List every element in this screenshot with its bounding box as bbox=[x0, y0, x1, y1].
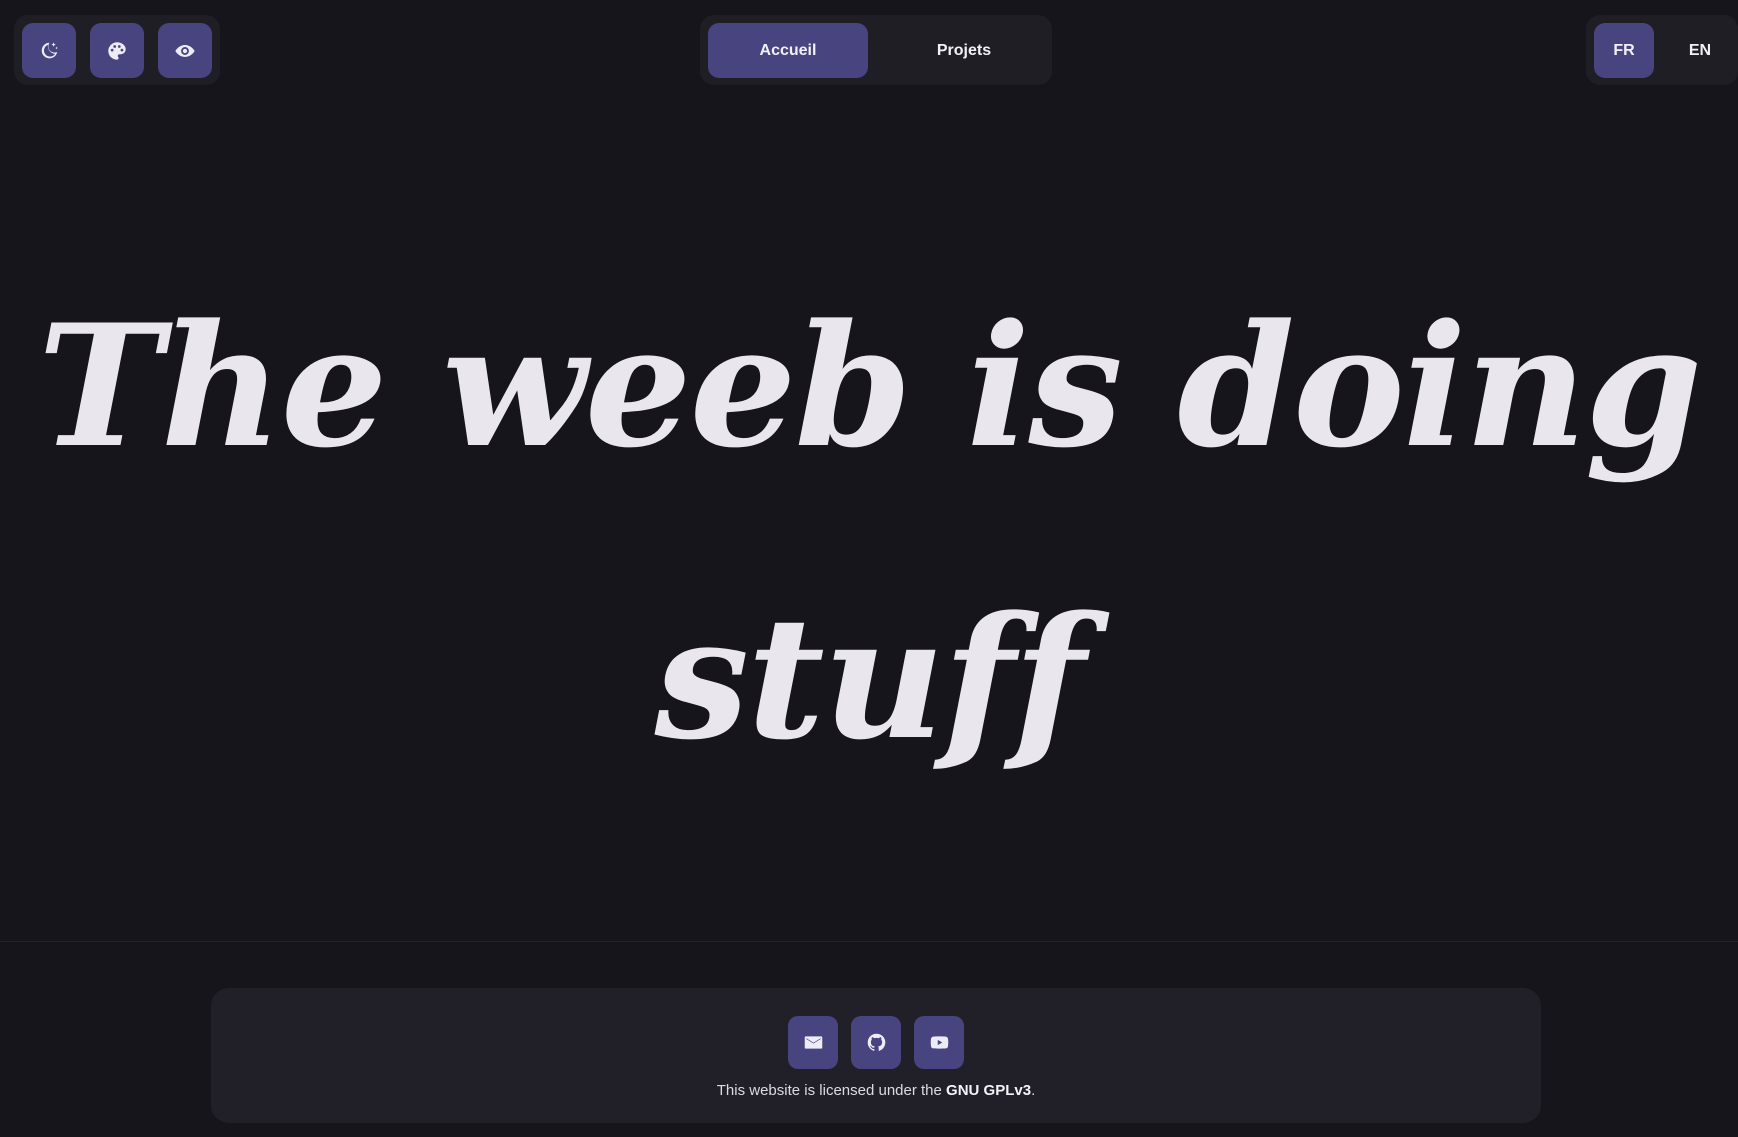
language-en-button[interactable]: EN bbox=[1670, 23, 1730, 78]
mail-icon bbox=[804, 1036, 822, 1049]
license-prefix: This website is licensed under the bbox=[716, 1082, 947, 1099]
github-button[interactable] bbox=[851, 1016, 901, 1069]
email-button[interactable] bbox=[788, 1016, 838, 1069]
hero-line-2: stuff bbox=[654, 579, 1086, 777]
youtube-icon bbox=[930, 1036, 948, 1049]
github-icon bbox=[867, 1033, 885, 1051]
palette-icon bbox=[108, 41, 126, 60]
license-link[interactable]: GNU GPLv3 bbox=[946, 1082, 1031, 1099]
theme-toggle-button[interactable] bbox=[22, 23, 76, 78]
color-theme-button[interactable] bbox=[90, 23, 144, 78]
hero-line-1: The weeb is doing bbox=[37, 287, 1703, 485]
license-text: This website is licensed under the GNU G… bbox=[211, 1082, 1541, 1099]
settings-toolbar bbox=[14, 15, 220, 85]
license-suffix: . bbox=[1031, 1082, 1036, 1099]
tab-projets[interactable]: Projets bbox=[884, 23, 1044, 78]
tab-accueil[interactable]: Accueil bbox=[708, 23, 868, 78]
hero-heading: The weeb is doing stuff bbox=[0, 240, 1738, 824]
youtube-button[interactable] bbox=[914, 1016, 964, 1069]
language-switcher: FR EN bbox=[1586, 15, 1738, 85]
footer: This website is licensed under the GNU G… bbox=[211, 988, 1541, 1123]
language-fr-button[interactable]: FR bbox=[1594, 23, 1654, 78]
visibility-button[interactable] bbox=[158, 23, 212, 78]
main-nav: Accueil Projets bbox=[700, 15, 1052, 85]
eye-icon bbox=[175, 44, 195, 57]
footer-divider bbox=[0, 941, 1738, 942]
page: Accueil Projets FR EN The weeb is doing … bbox=[0, 0, 1738, 1137]
moon-stars-icon bbox=[41, 41, 58, 58]
